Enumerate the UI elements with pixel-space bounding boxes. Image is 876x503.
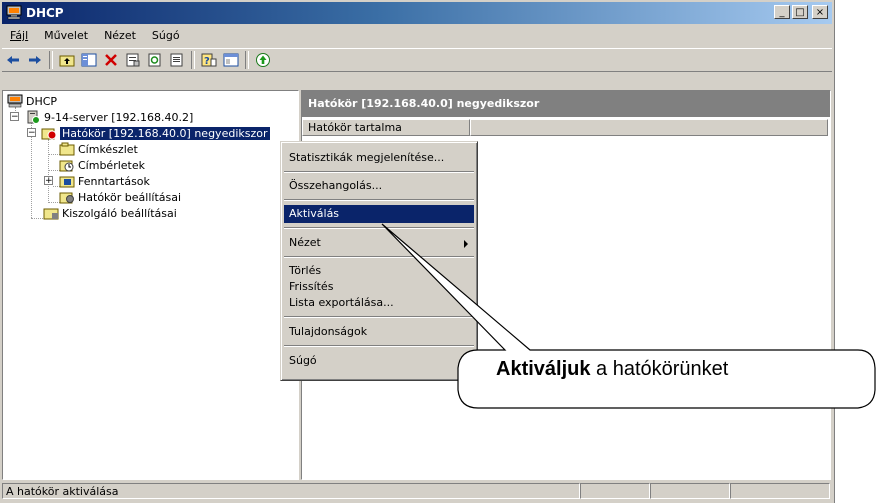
callout-rest: a hatókörünket xyxy=(590,358,729,380)
callout-text: Aktiváljuk a hatókörünket xyxy=(496,358,728,381)
callout-bold: Aktiváljuk xyxy=(496,358,591,380)
callout-balloon xyxy=(381,223,876,409)
